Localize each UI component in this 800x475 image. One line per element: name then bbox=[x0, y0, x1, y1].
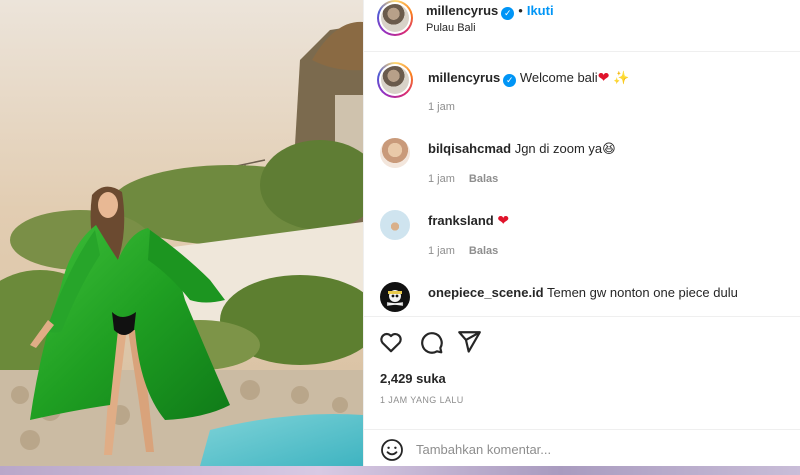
reply-button[interactable]: Balas bbox=[469, 173, 498, 185]
post-photo[interactable] bbox=[0, 0, 363, 466]
verified-badge-icon: ✓ bbox=[503, 74, 517, 87]
emoji-smiley-icon[interactable] bbox=[380, 438, 404, 462]
caption-text: Welcome bali bbox=[519, 70, 598, 85]
comment-item: onepiece_scene.id Temen gw nonton one pi… bbox=[364, 280, 800, 315]
comment-text: Jgn di zoom ya bbox=[514, 141, 603, 156]
photo-scene bbox=[0, 0, 363, 466]
caption-avatar[interactable] bbox=[377, 62, 413, 98]
header-name-row: millencyrus ✓ • Ikuti bbox=[426, 3, 554, 20]
skull-logo-icon bbox=[386, 290, 404, 306]
verified-badge-icon: ✓ bbox=[501, 7, 515, 20]
post-actions: 2,429 suka 1 JAM YANG LALU bbox=[364, 316, 800, 466]
follow-button[interactable]: Ikuti bbox=[527, 3, 554, 18]
post-details-panel: millencyrus ✓ • Ikuti Pulau Bali millencyru… bbox=[363, 0, 800, 466]
comment-icon[interactable] bbox=[418, 329, 444, 355]
bottom-background-strip bbox=[0, 466, 800, 475]
caption-username[interactable]: millencyrus bbox=[428, 70, 500, 85]
separator-dot: • bbox=[518, 3, 523, 18]
red-heart-emoji: ❤ bbox=[497, 212, 510, 228]
laughing-emoji: 😆 bbox=[602, 141, 616, 156]
add-comment-bar bbox=[364, 429, 800, 467]
comment-item: franksland ❤ 1 jam Balas bbox=[364, 208, 800, 268]
comment-text-row: bilqisahcmad Jgn di zoom ya😆 bbox=[428, 141, 616, 157]
caption-item: millencyrus ✓ Welcome bali❤ ✨ 1 jam bbox=[364, 52, 800, 122]
post-time-ago[interactable]: 1 JAM YANG LALU bbox=[380, 395, 464, 405]
comment-meta: 1 jam Balas bbox=[428, 173, 498, 185]
likes-count[interactable]: 2,429 suka bbox=[380, 371, 446, 386]
post-header: millencyrus ✓ • Ikuti Pulau Bali bbox=[364, 0, 800, 52]
comment-item: bilqisahcmad Jgn di zoom ya😆 1 jam Balas bbox=[364, 136, 800, 196]
author-avatar[interactable] bbox=[377, 0, 413, 36]
comment-username[interactable]: bilqisahcmad bbox=[428, 141, 511, 156]
comments-list[interactable]: millencyrus ✓ Welcome bali❤ ✨ 1 jam bilqi… bbox=[364, 52, 800, 315]
author-username[interactable]: millencyrus bbox=[426, 3, 498, 18]
post-location[interactable]: Pulau Bali bbox=[426, 22, 476, 34]
commenter-avatar[interactable] bbox=[380, 210, 410, 240]
comment-username[interactable]: franksland bbox=[428, 213, 494, 228]
share-icon[interactable] bbox=[456, 329, 482, 355]
comment-username[interactable]: onepiece_scene.id bbox=[428, 285, 544, 300]
red-heart-emoji: ❤ bbox=[597, 69, 610, 85]
heart-icon[interactable] bbox=[378, 329, 404, 355]
comment-time: 1 jam bbox=[428, 245, 455, 257]
comment-input[interactable] bbox=[416, 439, 776, 459]
commenter-avatar[interactable] bbox=[380, 138, 410, 168]
comment-time: 1 jam bbox=[428, 173, 455, 185]
comment-text-row: onepiece_scene.id Temen gw nonton one pi… bbox=[428, 285, 738, 300]
reply-button[interactable]: Balas bbox=[469, 245, 498, 257]
caption-text-row: millencyrus ✓ Welcome bali❤ ✨ bbox=[428, 69, 629, 87]
caption-time: 1 jam bbox=[428, 101, 455, 113]
commenter-avatar[interactable] bbox=[380, 282, 410, 312]
comment-text: Temen gw nonton one piece dulu bbox=[547, 285, 738, 300]
comment-text-row: franksland ❤ bbox=[428, 212, 509, 229]
sparkles-emoji: ✨ bbox=[613, 70, 630, 85]
comment-meta: 1 jam Balas bbox=[428, 245, 498, 257]
